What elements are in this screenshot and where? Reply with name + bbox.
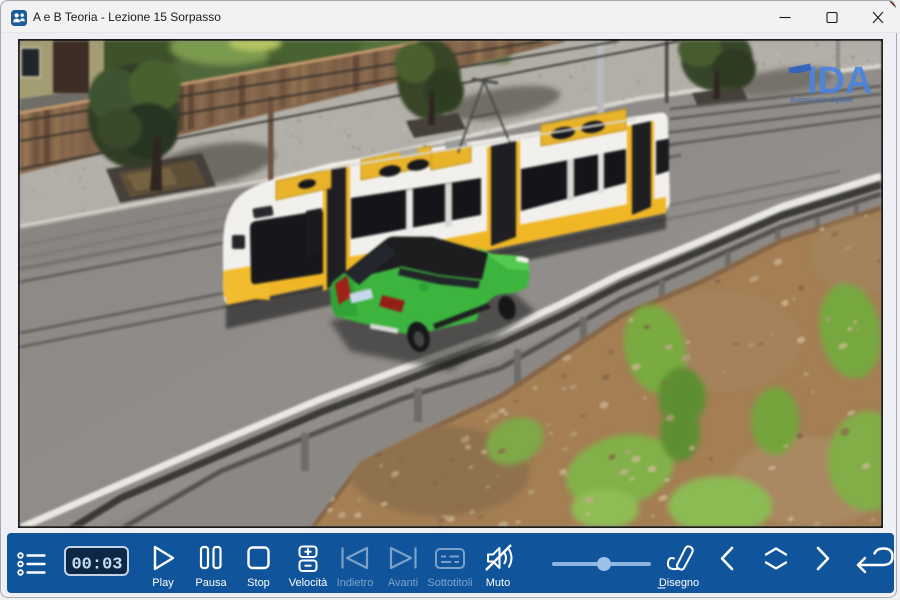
svg-text:Avanti: Avanti bbox=[388, 577, 418, 589]
svg-text:Velocità: Velocità bbox=[289, 577, 328, 589]
svg-text:Pausa: Pausa bbox=[195, 577, 227, 589]
svg-text:Stop: Stop bbox=[247, 577, 270, 589]
svg-text:Indietro: Indietro bbox=[337, 577, 374, 589]
svg-text:Play: Play bbox=[152, 577, 174, 589]
svg-text:Disegno: Disegno bbox=[659, 577, 699, 589]
svg-text:00:03: 00:03 bbox=[71, 556, 122, 575]
svg-text:Sottotitoli: Sottotitoli bbox=[427, 577, 472, 589]
svg-text:Autoscuola digitale: Autoscuola digitale bbox=[790, 95, 853, 104]
svg-text:Muto: Muto bbox=[486, 577, 510, 589]
